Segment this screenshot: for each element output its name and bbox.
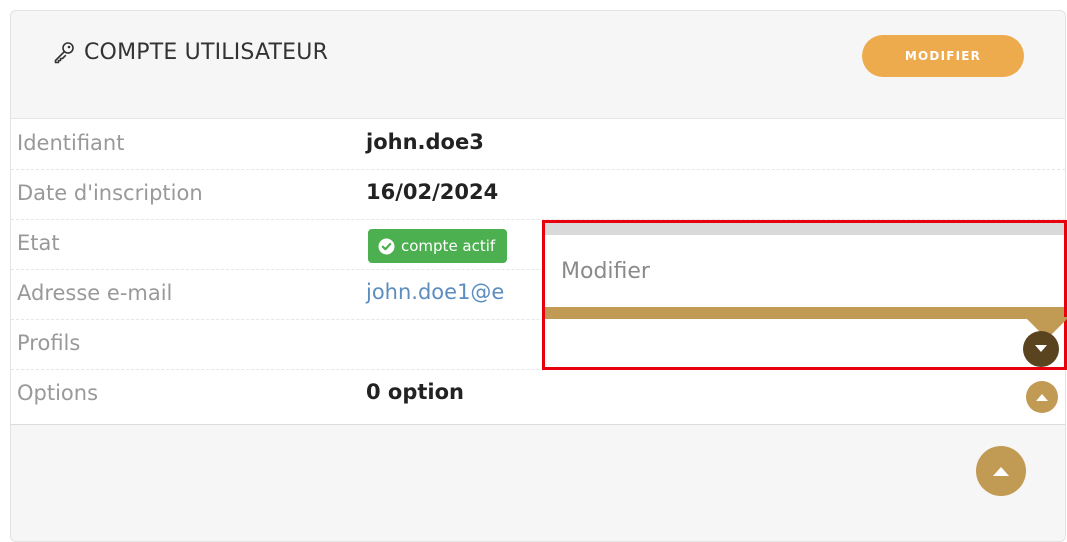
check-circle-icon [378, 238, 395, 255]
email-link[interactable]: john.doe1@e [366, 280, 504, 304]
key-icon [52, 40, 76, 64]
row-identifiant: Identifiant john.doe3 [11, 119, 1065, 170]
options-collapse-button[interactable] [1026, 381, 1058, 413]
row-options: Options 0 option [11, 369, 1065, 419]
row-value: john.doe3 [366, 130, 484, 154]
scroll-top-button[interactable] [976, 446, 1026, 496]
popup-accent-bar [545, 307, 1064, 319]
popup-top-border [545, 223, 1064, 235]
row-label: Options [17, 381, 99, 405]
profils-toggle-button[interactable] [1023, 331, 1059, 367]
popup-modify-label[interactable]: Modifier [561, 259, 650, 284]
row-value: 0 option [366, 380, 464, 404]
status-badge-text: compte actif [401, 237, 496, 255]
status-badge: compte actif [368, 229, 508, 263]
card-title: COMPTE UTILISATEUR [52, 37, 328, 67]
row-label: Adresse e-mail [17, 281, 173, 305]
caret-up-icon [1036, 394, 1048, 401]
row-label: Identifiant [17, 131, 125, 155]
card-header: COMPTE UTILISATEUR MODIFIER [11, 11, 1065, 118]
card-title-text: COMPTE UTILISATEUR [84, 39, 329, 65]
row-value: 16/02/2024 [366, 180, 499, 204]
row-label: Profils [17, 331, 81, 355]
row-label: Etat [17, 231, 60, 255]
modify-button[interactable]: MODIFIER [862, 35, 1024, 77]
caret-up-icon [993, 467, 1009, 476]
caret-down-icon [1035, 345, 1047, 352]
modify-popup: Modifier [542, 220, 1067, 370]
row-label: Date d'inscription [17, 181, 203, 205]
row-date-inscription: Date d'inscription 16/02/2024 [11, 169, 1065, 220]
